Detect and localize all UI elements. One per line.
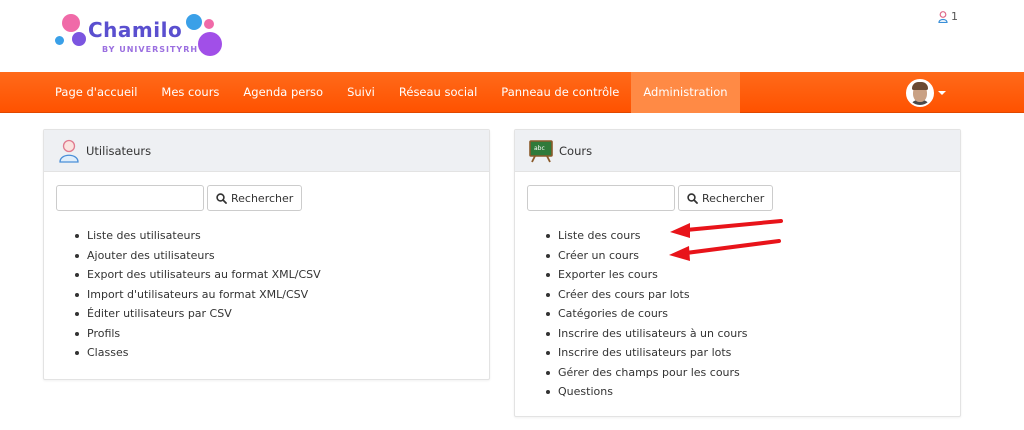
- link-create-courses-batch[interactable]: Créer des cours par lots: [558, 288, 690, 301]
- courses-panel: abc Cours Rechercher Liste des cours Cré…: [514, 129, 961, 417]
- link-classes[interactable]: Classes: [87, 346, 128, 359]
- link-users-list[interactable]: Liste des utilisateurs: [87, 229, 201, 242]
- list-item: Inscrire des utilisateurs par lots: [546, 343, 748, 363]
- notification-count: 1: [951, 10, 958, 23]
- list-item: Inscrire des utilisateurs à un cours: [546, 324, 748, 344]
- nav-item-tracking[interactable]: Suivi: [335, 72, 387, 113]
- users-panel: Utilisateurs Rechercher Liste des utilis…: [43, 129, 490, 380]
- annotation-arrows: [669, 219, 783, 261]
- link-import-users[interactable]: Import d'utilisateurs au format XML/CSV: [87, 288, 308, 301]
- nav-item-my-courses[interactable]: Mes cours: [149, 72, 231, 113]
- link-subscribe-users-batch[interactable]: Inscrire des utilisateurs par lots: [558, 346, 731, 359]
- list-item: Exporter les cours: [546, 265, 748, 285]
- list-item: Liste des utilisateurs: [75, 226, 321, 246]
- chamilo-logo[interactable]: Chamilo BY UNIVERSITYRH: [52, 12, 232, 64]
- user-menu-toggle[interactable]: [906, 79, 946, 107]
- svg-text:abc: abc: [534, 145, 545, 152]
- user-icon: [59, 139, 79, 163]
- link-export-users[interactable]: Export des utilisateurs au format XML/CS…: [87, 268, 321, 281]
- logo-dot-purple: [72, 32, 86, 46]
- link-questions[interactable]: Questions: [558, 385, 613, 398]
- users-panel-title: Utilisateurs: [86, 143, 152, 158]
- chalkboard-icon: abc: [529, 139, 553, 162]
- users-panel-header: Utilisateurs: [44, 130, 489, 172]
- link-edit-users-csv[interactable]: Éditer utilisateurs par CSV: [87, 307, 232, 320]
- main-navbar: Page d'accueil Mes cours Agenda perso Su…: [0, 72, 1024, 113]
- logo-dot-purple-large: [198, 32, 222, 56]
- users-search-input[interactable]: [56, 185, 204, 211]
- logo-dot-pink-small: [204, 19, 214, 29]
- link-profiles[interactable]: Profils: [87, 327, 120, 340]
- link-export-courses[interactable]: Exporter les cours: [558, 268, 658, 281]
- courses-panel-title: Cours: [559, 143, 593, 158]
- users-search-button[interactable]: Rechercher: [207, 185, 303, 211]
- logo-subtitle: BY UNIVERSITYRH: [102, 45, 199, 54]
- nav-item-dashboard[interactable]: Panneau de contrôle: [489, 72, 631, 113]
- logo-dot-pink: [62, 14, 80, 32]
- courses-search-button[interactable]: Rechercher: [678, 185, 774, 211]
- nav-item-home[interactable]: Page d'accueil: [43, 72, 149, 113]
- courses-panel-header: abc Cours: [515, 130, 960, 172]
- user-icon: [938, 10, 948, 23]
- link-courses-list[interactable]: Liste des cours: [558, 229, 640, 242]
- list-item: Éditer utilisateurs par CSV: [75, 304, 321, 324]
- nav-item-administration[interactable]: Administration: [631, 72, 740, 113]
- courses-search-input[interactable]: [527, 185, 675, 211]
- arrow-to-courses-list: [670, 219, 783, 238]
- avatar: [906, 79, 934, 107]
- list-item: Import d'utilisateurs au format XML/CSV: [75, 285, 321, 305]
- link-add-users[interactable]: Ajouter des utilisateurs: [87, 249, 215, 262]
- caret-down-icon: [938, 91, 946, 95]
- header: Chamilo BY UNIVERSITYRH 1: [0, 0, 1024, 72]
- list-item: Catégories de cours: [546, 304, 748, 324]
- link-subscribe-users-course[interactable]: Inscrire des utilisateurs à un cours: [558, 327, 748, 340]
- arrow-to-create-course: [669, 239, 781, 261]
- logo-dot-blue-small: [55, 36, 64, 45]
- list-item: Créer des cours par lots: [546, 285, 748, 305]
- logo-dot-blue: [186, 14, 202, 30]
- logo-wordmark: Chamilo: [88, 18, 183, 42]
- nav-item-social[interactable]: Réseau social: [387, 72, 489, 113]
- users-link-list: Liste des utilisateurs Ajouter des utili…: [75, 226, 321, 363]
- nav-item-agenda[interactable]: Agenda perso: [231, 72, 335, 113]
- list-item: Gérer des champs pour les cours: [546, 363, 748, 383]
- list-item: Questions: [546, 382, 748, 402]
- list-item: Export des utilisateurs au format XML/CS…: [75, 265, 321, 285]
- list-item: Classes: [75, 343, 321, 363]
- link-course-categories[interactable]: Catégories de cours: [558, 307, 668, 320]
- users-search-button-label: Rechercher: [231, 191, 294, 205]
- search-icon: [216, 192, 227, 204]
- list-item: Ajouter des utilisateurs: [75, 246, 321, 266]
- courses-search-button-label: Rechercher: [702, 191, 765, 205]
- link-manage-course-fields[interactable]: Gérer des champs pour les cours: [558, 366, 740, 379]
- list-item: Profils: [75, 324, 321, 344]
- search-icon: [687, 192, 698, 204]
- user-notification[interactable]: 1: [938, 10, 958, 23]
- link-create-course[interactable]: Créer un cours: [558, 249, 639, 262]
